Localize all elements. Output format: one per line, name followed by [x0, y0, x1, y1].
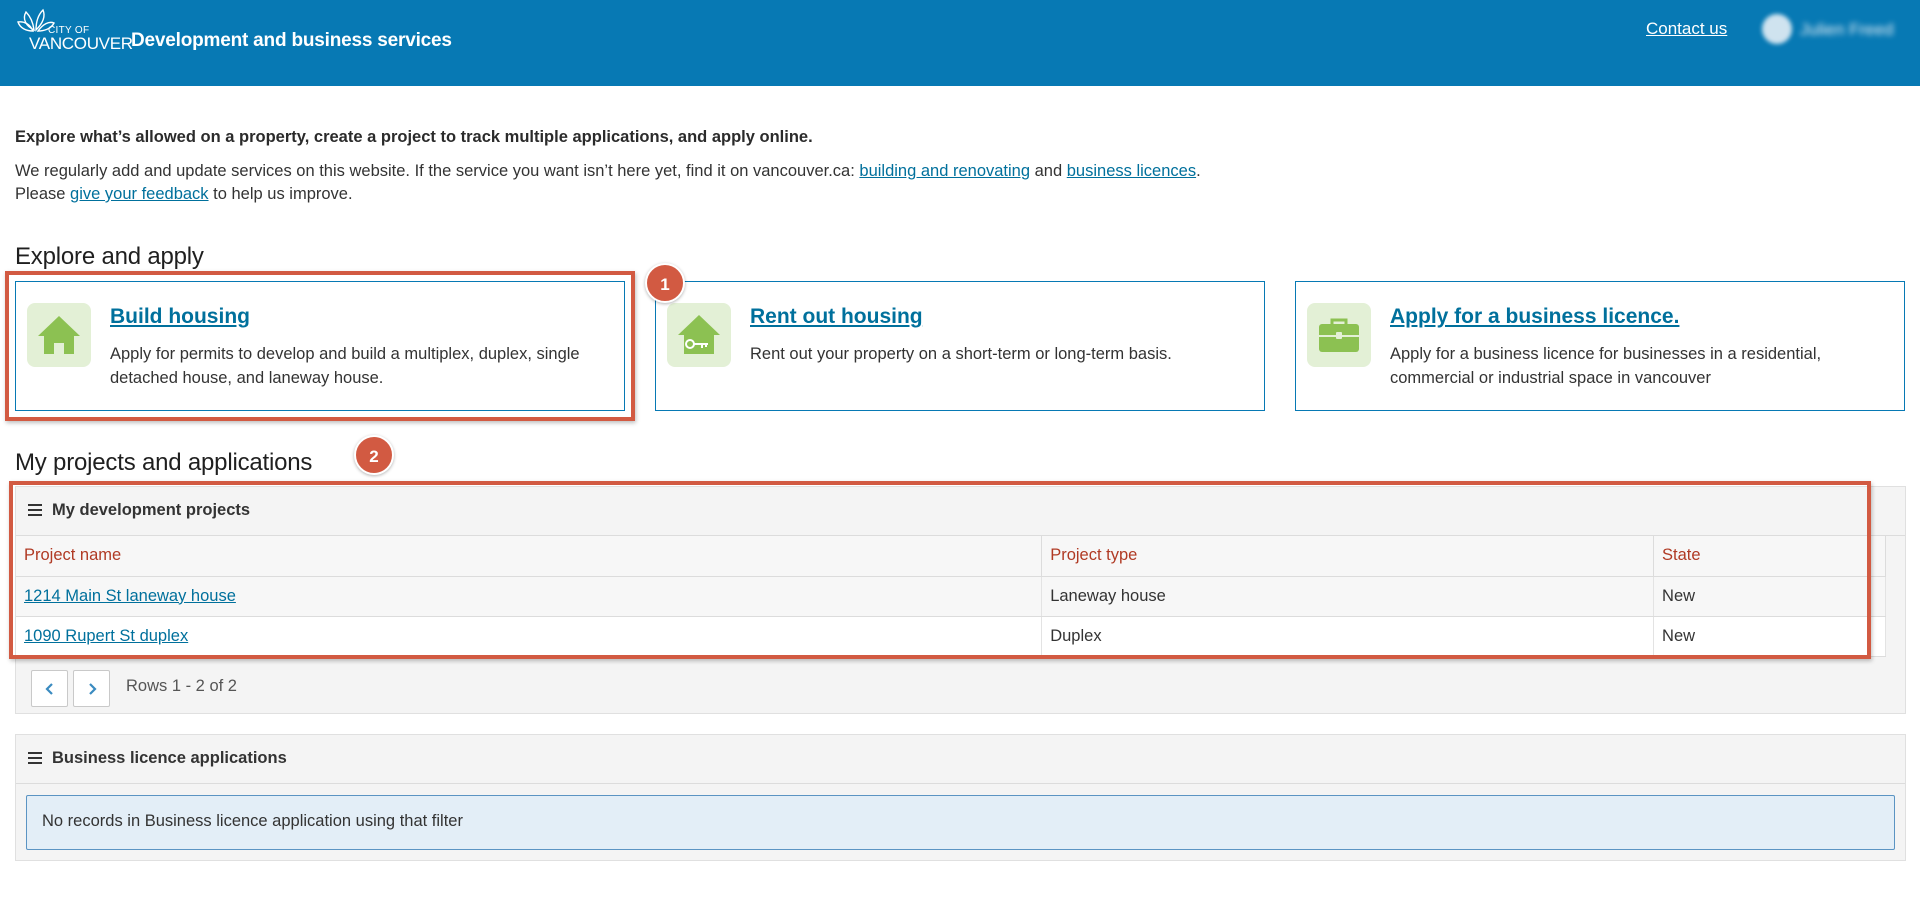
callout-highlight-projects-table: [9, 481, 1871, 659]
callout-highlight-build-housing: [5, 271, 635, 421]
callout-badge-2: 2: [354, 435, 394, 475]
feedback-link[interactable]: give your feedback: [70, 185, 209, 203]
city-of-vancouver-logo[interactable]: CITY OF VANCOUVER: [14, 8, 133, 54]
card-rent-housing[interactable]: Rent out housing Rent out your property …: [655, 281, 1265, 411]
user-menu[interactable]: Julien Freed: [1762, 14, 1912, 44]
intro-text: and: [1030, 162, 1067, 180]
intro-lead: Explore what’s allowed on a property, cr…: [15, 128, 813, 146]
empty-records-message: No records in Business licence applicati…: [26, 795, 1895, 850]
rent-housing-link[interactable]: Rent out housing: [750, 305, 923, 329]
panel-title: Business licence applications: [52, 749, 287, 767]
card-business-licence[interactable]: Apply for a business licence. Apply for …: [1295, 281, 1905, 411]
intro-body: We regularly add and update services on …: [15, 160, 1255, 206]
explore-heading: Explore and apply: [15, 243, 204, 270]
intro-text: to help us improve.: [208, 185, 353, 203]
business-licences-link[interactable]: business licences: [1067, 162, 1196, 180]
briefcase-icon: [1307, 303, 1371, 367]
callout-badge-1: 1: [645, 263, 685, 303]
logo-text-vancouver: VANCOUVER: [29, 34, 133, 53]
site-header: CITY OF VANCOUVER Development and busine…: [0, 0, 1920, 86]
previous-page-button[interactable]: [31, 670, 68, 707]
site-title: Development and business services: [131, 30, 452, 51]
chevron-right-icon: [89, 683, 97, 695]
business-licence-panel: Business licence applications No records…: [15, 734, 1906, 861]
business-licence-link[interactable]: Apply for a business licence.: [1390, 305, 1679, 329]
card-description: Apply for a business licence for busines…: [1390, 345, 1822, 387]
house-key-icon: [667, 303, 731, 367]
chevron-left-icon: [45, 683, 53, 695]
card-description: Rent out your property on a short-term o…: [750, 345, 1172, 363]
projects-heading: My projects and applications: [15, 449, 313, 476]
panel-header[interactable]: Business licence applications: [16, 735, 1905, 784]
intro-text: We regularly add and update services on …: [15, 162, 860, 180]
next-page-button[interactable]: [73, 670, 110, 707]
pager-info: Rows 1 - 2 of 2: [126, 677, 237, 695]
avatar: [1762, 14, 1792, 44]
contact-us-link[interactable]: Contact us: [1646, 19, 1727, 39]
menu-icon: [28, 752, 42, 764]
building-renovating-link[interactable]: building and renovating: [859, 162, 1030, 180]
user-name: Julien Freed: [1800, 20, 1894, 39]
empty-message-text: No records in Business licence applicati…: [42, 812, 463, 830]
